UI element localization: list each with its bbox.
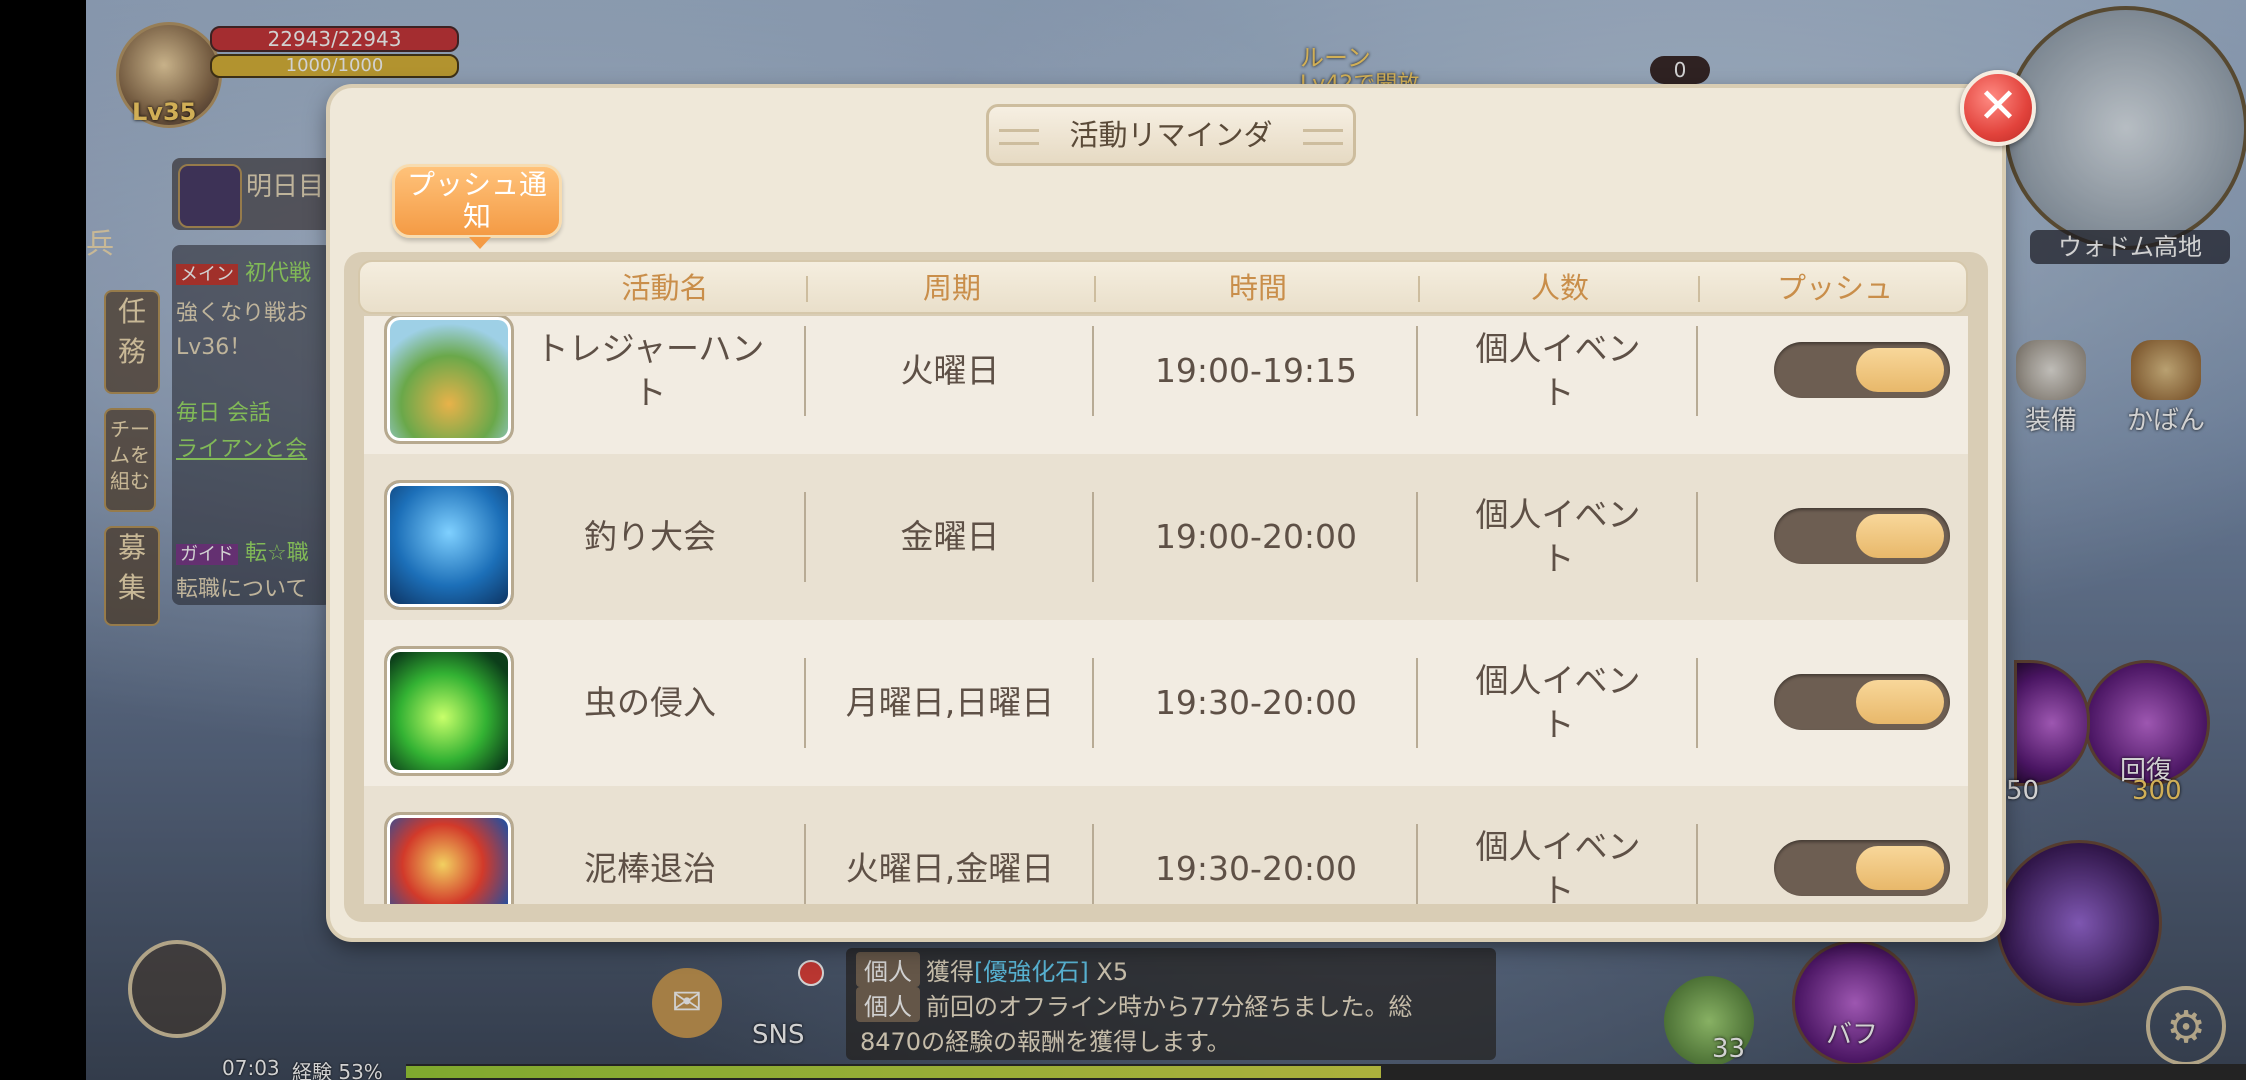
push-toggle[interactable]: [1774, 342, 1950, 398]
dialog-title: 活動リマインダ: [1069, 118, 1273, 152]
column-divider: [1416, 824, 1418, 904]
close-button[interactable]: ✕: [1960, 70, 2036, 146]
activity-period: 金曜日: [900, 517, 1000, 556]
activity-name: 虫の侵入: [584, 683, 716, 722]
activity-time: 19:00-20:00: [1154, 517, 1358, 556]
push-toggle[interactable]: [1774, 508, 1950, 564]
column-divider: [1696, 658, 1698, 748]
column-divider: [1416, 658, 1418, 748]
activity-list[interactable]: トレジャーハント 火曜日 19:00-19:15 個人イベント 釣り大会 金曜日…: [364, 316, 1968, 904]
thief-extermination-icon: [384, 812, 514, 904]
title-ornament-left: [999, 129, 1039, 145]
column-divider: [1696, 492, 1698, 582]
activity-time: 19:00-19:15: [1154, 351, 1358, 390]
column-header-period: 周期: [922, 271, 981, 305]
activity-period: 火曜日: [900, 351, 1000, 390]
dialog-title-plate: 活動リマインダ: [986, 104, 1356, 166]
tab-push-notification[interactable]: プッシュ通知: [392, 164, 562, 249]
title-ornament-right: [1303, 129, 1343, 145]
fishing-contest-icon: [384, 480, 514, 610]
column-header-time: 時間: [1228, 271, 1287, 305]
table-row: 釣り大会 金曜日 19:00-20:00 個人イベント: [364, 454, 1968, 620]
column-header-push: プッシュ: [1776, 271, 1893, 305]
activity-name: トレジャーハント: [535, 329, 765, 412]
table-row: 虫の侵入 月曜日,日曜日 19:30-20:00 個人イベント: [364, 620, 1968, 786]
activity-name: 釣り大会: [584, 517, 716, 556]
tab-push-notification-label: プッシュ通知: [406, 168, 547, 233]
toggle-knob: [1856, 846, 1944, 890]
close-icon: ✕: [1977, 78, 2019, 134]
column-divider: [1696, 326, 1698, 416]
column-divider: [1696, 824, 1698, 904]
column-header-people: 人数: [1530, 271, 1589, 305]
activity-time: 19:30-20:00: [1154, 683, 1358, 722]
activity-people: 個人イベント: [1475, 661, 1641, 744]
bug-invasion-icon: [384, 646, 514, 776]
column-divider: [1416, 326, 1418, 416]
activity-people: 個人イベント: [1475, 495, 1641, 578]
toggle-knob: [1856, 348, 1944, 392]
activity-time: 19:30-20:00: [1154, 849, 1358, 888]
push-toggle[interactable]: [1774, 840, 1950, 896]
activity-people: 個人イベント: [1475, 329, 1641, 412]
treasure-hunt-icon: [384, 316, 514, 444]
activity-name: 泥棒退治: [584, 849, 716, 888]
column-divider: [1416, 492, 1418, 582]
table-header: 活動名 周期 時間 人数 プッシュ: [358, 260, 1968, 314]
column-header-activity: 活動名: [621, 271, 709, 305]
table-row: トレジャーハント 火曜日 19:00-19:15 個人イベント: [364, 316, 1968, 454]
table-row: 泥棒退治 火曜日,金曜日 19:30-20:00 個人イベント: [364, 786, 1968, 904]
activity-reminder-dialog: 活動リマインダ プッシュ通知 活動名 周期 時間 人数 プッシュ トレジャーハン…: [330, 88, 2002, 938]
toggle-knob: [1856, 514, 1944, 558]
activity-people: 個人イベント: [1475, 827, 1641, 904]
activity-period: 月曜日,日曜日: [845, 683, 1055, 722]
activity-period: 火曜日,金曜日: [845, 849, 1055, 888]
toggle-knob: [1856, 680, 1944, 724]
push-toggle[interactable]: [1774, 674, 1950, 730]
